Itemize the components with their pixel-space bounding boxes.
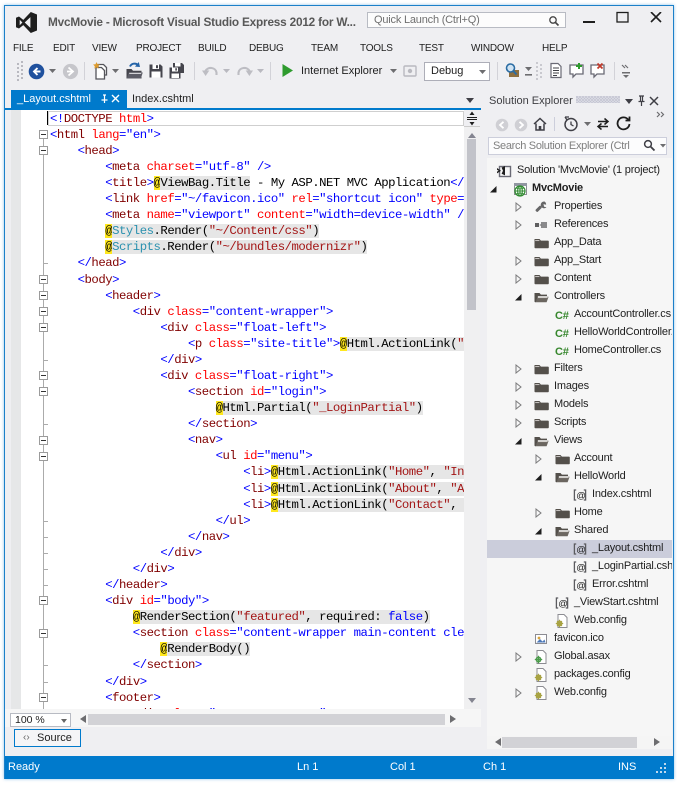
svg-text:@: @ xyxy=(576,563,585,574)
svg-text:@: @ xyxy=(576,545,585,556)
svg-text:C#: C# xyxy=(555,328,569,340)
svg-text:@: @ xyxy=(576,581,585,592)
svg-text:C#: C# xyxy=(555,310,569,322)
svg-text:@: @ xyxy=(558,599,567,610)
svg-text:@: @ xyxy=(576,491,585,502)
svg-text:C#: C# xyxy=(555,346,569,358)
